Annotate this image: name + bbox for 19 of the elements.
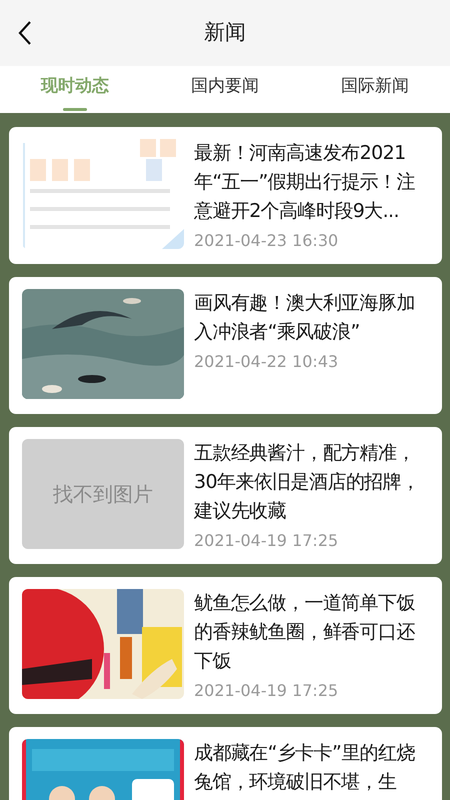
news-card[interactable]: 找不到图片 五款经典酱汁，配方精准，30年来依旧是酒店的招牌，建议先收藏 2021-04-19 17:25 — [9, 427, 442, 564]
tab[interactable]: 国内要闻 — [185, 64, 265, 113]
news-date: 2021-04-19 17:25 — [194, 530, 340, 552]
news-card[interactable]: 鱿鱼怎么做，一道简单下饭的香辣鱿鱼圈，鲜香可口还下饭 2021-04-19 17:25 — [9, 577, 442, 714]
news-title: 鱿鱼怎么做，一道简单下饭的香辣鱿鱼圈，鲜香可口还下饭 — [194, 591, 416, 674]
page-title: 新闻 — [204, 19, 246, 46]
news-card[interactable]: 成都藏在“乡卡卡”里的红烧兔馆，环境破旧不堪，生 — [9, 727, 442, 800]
tab[interactable]: 国际新闻 — [335, 64, 415, 113]
news-title: 五款经典酱汁，配方精准，30年来依旧是酒店的招牌，建议先收藏 — [194, 441, 420, 524]
news-title: 成都藏在“乡卡卡”里的红烧兔馆，环境破旧不堪，生 — [194, 741, 416, 795]
news-date: 2021-04-23 16:30 — [194, 230, 340, 252]
news-date: 2021-04-22 10:43 — [194, 351, 340, 373]
news-card[interactable]: 画风有趣！澳大利亚海豚加入冲浪者“乘风破浪” 2021-04-22 10:43 — [9, 277, 442, 414]
news-card[interactable]: 最新！河南高速发布2021年“五一”假期出行提示！注意避开2个高峰时段9大... 2021-04-23 16:30 — [9, 127, 442, 264]
news-title: 画风有趣！澳大利亚海豚加入冲浪者“乘风破浪” — [194, 291, 416, 345]
placeholder-text: 找不到图片 — [53, 481, 153, 508]
news-date: 2021-04-19 17:25 — [194, 680, 340, 702]
news-title: 最新！河南高速发布2021年“五一”假期出行提示！注意避开2个高峰时段9大... — [194, 141, 416, 224]
back-icon — [18, 20, 32, 46]
